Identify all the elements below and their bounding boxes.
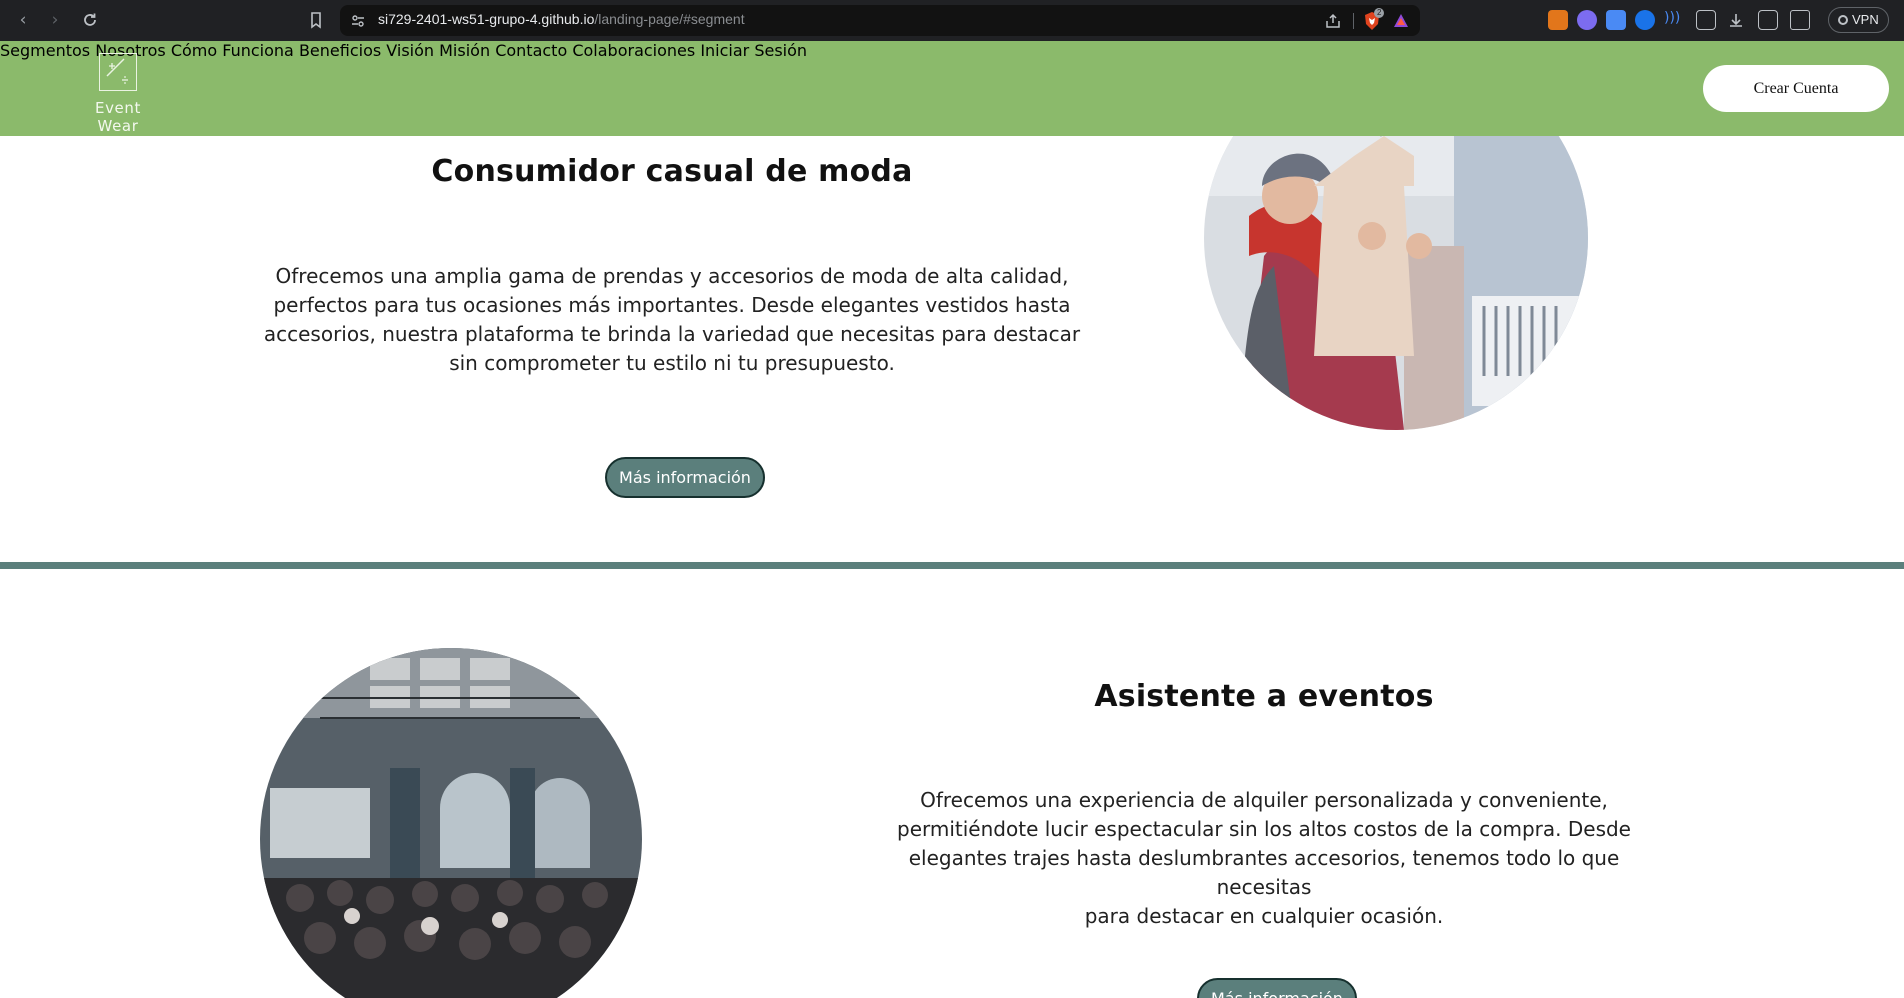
shields-count-badge: 2 [1374, 8, 1385, 18]
shopping-woman-image [1204, 136, 1588, 430]
segment-description: Ofrecemos una amplia gama de prendas y a… [262, 262, 1082, 378]
logo-mark [99, 53, 137, 91]
nav-beneficios[interactable]: Beneficios [299, 41, 381, 60]
brave-shields-icon[interactable]: 2 [1362, 8, 1385, 31]
nav-iniciar-sesion[interactable]: Iniciar Sesión [700, 41, 807, 60]
url-host: si729-2401-ws51-grupo-4.github.io [378, 11, 595, 27]
logo[interactable]: Event Wear [72, 53, 164, 135]
translate-extension-icon[interactable] [1606, 10, 1626, 30]
nav-vision[interactable]: Visión [386, 41, 434, 60]
segment-title: Asistente a eventos [1094, 679, 1434, 714]
nav-mision[interactable]: Misión [439, 41, 490, 60]
nav-contacto[interactable]: Contacto [495, 41, 567, 60]
create-account-button[interactable]: Crear Cuenta [1703, 65, 1889, 112]
brave-rewards-icon[interactable] [1392, 12, 1410, 30]
event-venue-image [260, 648, 642, 998]
description-line: permitiéndote lucir espectacular sin los… [897, 817, 1631, 841]
section-divider [0, 562, 1904, 569]
segment-event-attendee: Asistente a eventos Ofrecemos una experi… [0, 569, 1904, 998]
reload-icon[interactable] [79, 9, 101, 31]
nav-colaboraciones[interactable]: Colaboraciones [572, 41, 695, 60]
forward-icon[interactable]: › [44, 9, 66, 31]
description-line: Ofrecemos una experiencia de alquiler pe… [920, 788, 1608, 812]
url-text: si729-2401-ws51-grupo-4.github.io/landin… [378, 11, 745, 27]
download-icon[interactable] [1726, 10, 1746, 30]
address-bar[interactable]: si729-2401-ws51-grupo-4.github.io/landin… [340, 5, 1420, 36]
browser-toolbar: ‹ › si729-2401-ws51-grupo-4.github.io/la… [0, 0, 1904, 41]
description-line: Ofrecemos una amplia gama de prendas y a… [275, 264, 1069, 288]
share-icon[interactable] [1324, 12, 1342, 30]
sidebar-icon[interactable] [1758, 10, 1778, 30]
bookmark-icon[interactable] [305, 9, 327, 31]
site-header: Event Wear Segmentos Nosotros Cómo Funci… [0, 41, 1904, 136]
description-line: accesorios, nuestra plataforma te brinda… [263, 322, 1081, 346]
description-line: elegantes trajes hasta deslumbrantes acc… [908, 846, 1620, 899]
vpn-label: VPN [1852, 12, 1879, 27]
description-line: para destacar en cualquier ocasión. [1084, 904, 1444, 928]
extension-icon[interactable] [1577, 10, 1597, 30]
vpn-status-icon [1838, 15, 1848, 25]
nav-como-funciona[interactable]: Cómo Funciona [171, 41, 294, 60]
more-info-button[interactable]: Más información [1197, 978, 1357, 998]
url-path: /landing-page/#segment [594, 11, 745, 27]
segment-description: Ofrecemos una experiencia de alquiler pe… [864, 786, 1664, 931]
logo-text: Event Wear [95, 99, 141, 135]
metamask-extension-icon[interactable] [1548, 10, 1568, 30]
extension-icon[interactable] [1635, 10, 1655, 30]
back-icon[interactable]: ‹ [12, 9, 34, 31]
extensions-puzzle-icon[interactable] [1696, 10, 1716, 30]
wallet-icon[interactable] [1790, 10, 1810, 30]
site-info-icon[interactable] [350, 13, 366, 29]
read-aloud-extension-icon[interactable]: ))) [1664, 10, 1684, 30]
url-separator [1353, 13, 1354, 29]
description-line: sin comprometer tu estilo ni tu presupue… [449, 351, 895, 375]
segment-casual-consumer: Consumidor casual de moda Ofrecemos una … [0, 136, 1904, 566]
vpn-button[interactable]: VPN [1828, 7, 1889, 33]
segment-title: Consumidor casual de moda [431, 154, 913, 189]
description-line: perfectos para tus ocasiones más importa… [273, 293, 1071, 317]
more-info-button[interactable]: Más información [605, 457, 765, 498]
